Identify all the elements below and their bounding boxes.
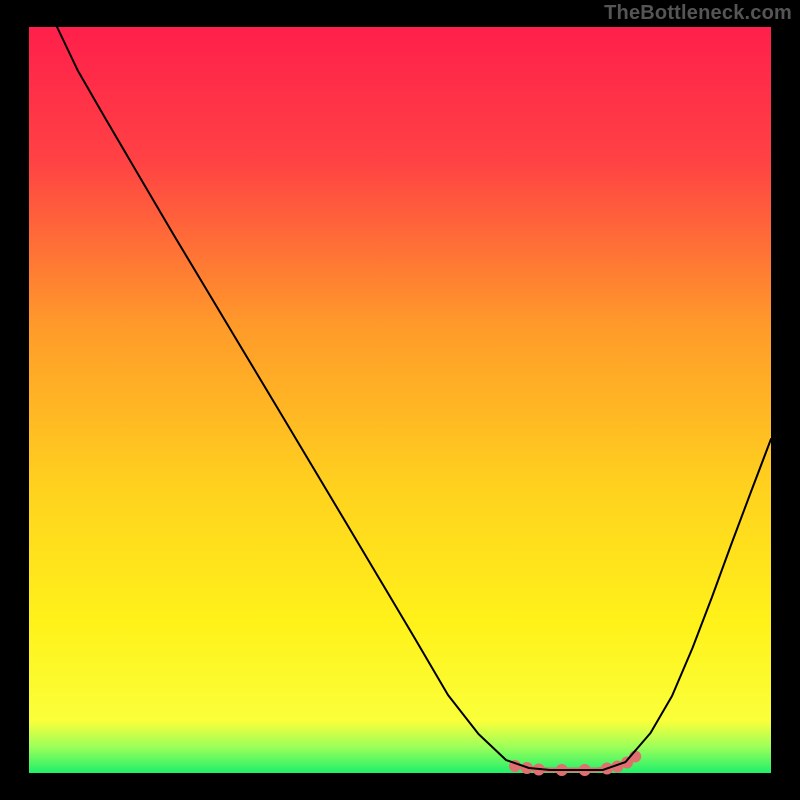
watermark-text: TheBottleneck.com xyxy=(604,2,792,25)
chart-canvas xyxy=(0,0,800,800)
plot-background xyxy=(29,27,771,773)
chart-root: TheBottleneck.com xyxy=(0,0,800,800)
